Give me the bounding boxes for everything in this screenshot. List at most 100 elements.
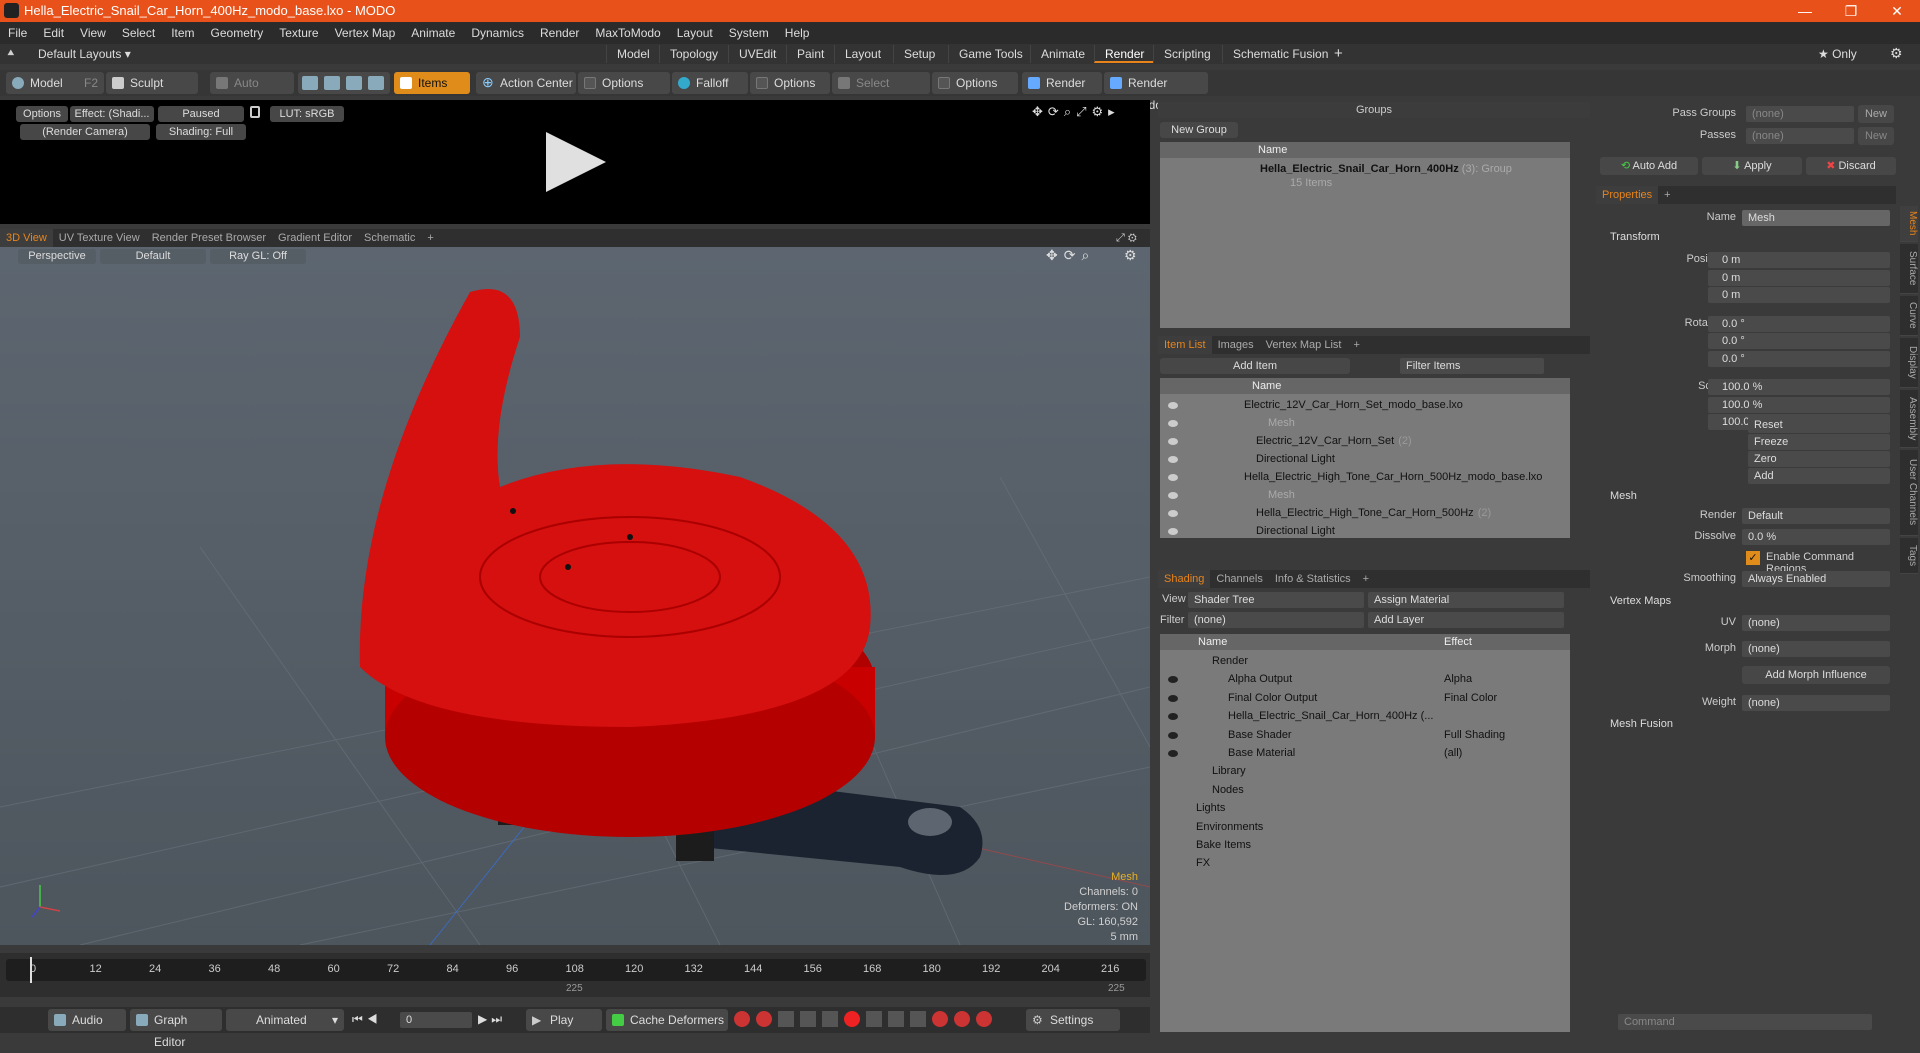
add-layer-dropdown[interactable]: Add Layer	[1368, 612, 1564, 628]
pass-groups-dropdown[interactable]: (none)	[1746, 106, 1854, 122]
menu-file[interactable]: File	[0, 22, 35, 44]
visibility-eye-icon[interactable]	[1168, 456, 1178, 463]
playhead[interactable]	[30, 957, 32, 983]
step-back-icon[interactable]: ◀	[367, 1012, 382, 1026]
visibility-eye-icon[interactable]	[1168, 528, 1178, 535]
zero-dropdown[interactable]: Zero	[1748, 451, 1890, 467]
tab-game-tools[interactable]: Game Tools	[948, 45, 1033, 63]
next-key-icon[interactable]	[800, 1011, 816, 1027]
item-list-row[interactable]: Directional Light	[1256, 522, 1339, 540]
freeze-dropdown[interactable]: Freeze	[1748, 434, 1890, 450]
view-dropdown[interactable]: Shader Tree	[1188, 592, 1364, 608]
item-list-row[interactable]: Hella_Electric_High_Tone_Car_Horn_500Hz_…	[1244, 468, 1546, 486]
shader-tree-row[interactable]: Base Material	[1228, 744, 1295, 762]
key-tool-icon-11[interactable]	[954, 1011, 970, 1027]
settings-button[interactable]: ⚙ Settings	[1026, 1009, 1120, 1031]
shader-effect[interactable]: (all)	[1444, 744, 1462, 762]
menu-dynamics[interactable]: Dynamics	[463, 22, 532, 44]
menu-help[interactable]: Help	[777, 22, 818, 44]
tab-3d-view[interactable]: 3D View	[0, 229, 53, 247]
visibility-eye-icon[interactable]	[1168, 676, 1178, 684]
transform-field-input[interactable]: 100.0 %	[1708, 396, 1890, 413]
vertices-mode-icon[interactable]	[302, 76, 318, 90]
weight-dropdown[interactable]: (none)	[1742, 695, 1890, 711]
gear-icon[interactable]: ⚙	[1890, 45, 1903, 62]
cache-deformers-button[interactable]: Cache Deformers	[606, 1009, 728, 1031]
visibility-eye-icon[interactable]	[1168, 474, 1178, 481]
item-list-row[interactable]: Electric_12V_Car_Horn_Set_modo_base.lxo	[1244, 396, 1467, 414]
command-input[interactable]: Command	[1618, 1014, 1872, 1030]
action-center-options-button[interactable]: Options	[578, 72, 670, 94]
auto-select-button[interactable]: Auto Select	[210, 72, 294, 112]
record-icon[interactable]	[734, 1011, 750, 1027]
key-tool-icon-12[interactable]	[976, 1011, 992, 1027]
render-window-button[interactable]: Render Window	[1104, 72, 1208, 112]
render-button[interactable]: Render F9	[1022, 72, 1102, 112]
passes-dropdown[interactable]: (none)	[1746, 128, 1854, 144]
visibility-eye-icon[interactable]	[1168, 420, 1178, 427]
sidetab-curve[interactable]: Curve	[1900, 296, 1918, 336]
apply-button[interactable]: ⬇ Apply	[1702, 157, 1802, 175]
viewport-expand-icon[interactable]: ⤢ ⚙	[1110, 229, 1143, 247]
model-button[interactable]: Model F2	[6, 72, 104, 94]
tab-uvedit[interactable]: UVEdit	[728, 45, 786, 63]
tab-uv-texture-view[interactable]: UV Texture View	[53, 229, 146, 247]
transform-field-input[interactable]: 0.0 °	[1708, 333, 1890, 349]
assign-material-button[interactable]: Assign Material	[1368, 592, 1564, 608]
name-input[interactable]: Mesh	[1742, 210, 1890, 226]
tab-schematic-fusion[interactable]: Schematic Fusion	[1222, 45, 1338, 63]
tab-animate[interactable]: Animate	[1030, 45, 1095, 63]
mesh-section[interactable]: Mesh	[1610, 487, 1637, 505]
tab-setup[interactable]: Setup	[893, 45, 945, 63]
edges-mode-icon[interactable]	[324, 76, 340, 90]
auto-key-icon[interactable]	[756, 1011, 772, 1027]
tab-info-statistics[interactable]: Info & Statistics	[1269, 570, 1357, 588]
transform-field-input[interactable]: 0.0 °	[1708, 350, 1890, 367]
shader-effect[interactable]: Alpha	[1444, 670, 1472, 688]
menu-render[interactable]: Render	[532, 22, 587, 44]
restore-button[interactable]: ❐	[1828, 0, 1874, 22]
timeline[interactable]: 0 12 24 36 48 60 72 84 96 108 120 132 144 156 168 180 19…	[0, 953, 1150, 997]
zoom-icon[interactable]: ⌕	[1064, 104, 1076, 119]
item-list-row[interactable]: Mesh	[1268, 414, 1299, 432]
tab-gradient-editor[interactable]: Gradient Editor	[272, 229, 358, 247]
morph-dropdown[interactable]: (none)	[1742, 641, 1890, 657]
sidetab-surface[interactable]: Surface	[1900, 244, 1918, 294]
transform-field-input[interactable]: 0 m	[1708, 252, 1890, 268]
menu-select[interactable]: Select	[114, 22, 163, 44]
play-button[interactable]: ▶ Play	[526, 1009, 602, 1031]
select-through-button[interactable]: Select Through	[832, 72, 930, 112]
tab-images[interactable]: Images	[1212, 336, 1260, 354]
shader-tree-row[interactable]: Lights	[1196, 799, 1225, 817]
smoothing-dropdown[interactable]: Always Enabled	[1742, 571, 1890, 587]
shader-tree-row[interactable]: Alpha Output	[1228, 670, 1292, 688]
visibility-eye-icon[interactable]	[1168, 492, 1178, 499]
tab-render[interactable]: Render	[1094, 45, 1155, 63]
action-center-button[interactable]: ⊕ Action Center	[476, 72, 576, 94]
go-end-icon[interactable]: ⏭	[491, 1012, 506, 1026]
menu-vertex-map[interactable]: Vertex Map	[327, 22, 404, 44]
shader-tree-row[interactable]: Environments	[1196, 818, 1263, 836]
menu-layout[interactable]: Layout	[669, 22, 721, 44]
lut-dropdown[interactable]: LUT: sRGB	[270, 106, 344, 122]
transform-field-input[interactable]: 100.0 %	[1708, 379, 1890, 395]
transform-field-input[interactable]: 0 m	[1708, 269, 1890, 286]
sidetab-tags[interactable]: Tags	[1900, 538, 1918, 574]
tab-properties-add[interactable]: +	[1658, 186, 1676, 204]
tab-model[interactable]: Model	[606, 45, 660, 63]
key-tool-icon-10[interactable]	[932, 1011, 948, 1027]
menu-system[interactable]: System	[721, 22, 777, 44]
new-pass-button[interactable]: New	[1858, 127, 1894, 145]
shader-tree-row[interactable]: Bake Items	[1196, 836, 1251, 854]
add-dropdown[interactable]: Add	[1748, 468, 1890, 484]
transform-field-input[interactable]: 0.0 °	[1708, 315, 1890, 332]
shader-tree-row[interactable]: Nodes	[1212, 781, 1244, 799]
visibility-eye-icon[interactable]	[1168, 402, 1178, 409]
new-pass-group-button[interactable]: New	[1858, 105, 1894, 123]
tab-layout[interactable]: Layout	[834, 45, 891, 63]
menu-edit[interactable]: Edit	[35, 22, 72, 44]
enable-command-regions[interactable]: ✓ Enable Command Regions	[1746, 550, 1890, 575]
key-tool-icon-9[interactable]	[910, 1011, 926, 1027]
tab-shading[interactable]: Shading	[1158, 570, 1211, 588]
minimize-button[interactable]: —	[1782, 0, 1828, 22]
